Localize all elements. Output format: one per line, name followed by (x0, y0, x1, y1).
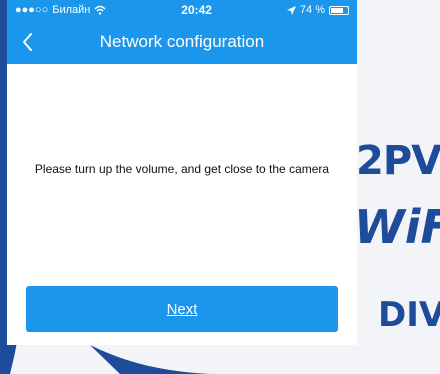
status-bar: ●●●○○ Билайн 20:42 74 % (7, 0, 357, 20)
battery-icon (328, 5, 349, 15)
signal-dots-icon: ●●●○○ (15, 4, 49, 16)
background-brand-text: WiF (354, 200, 440, 254)
carrier-label: Билайн (52, 4, 91, 16)
location-arrow-icon (286, 5, 296, 15)
phone-screen: ●●●○○ Билайн 20:42 74 % Network configur… (7, 0, 357, 345)
page-title: Network configuration (99, 32, 265, 51)
navigation-bar: Network configuration (7, 20, 357, 64)
instruction-text: Please turn up the volume, and get close… (34, 162, 330, 176)
battery-fill (330, 7, 343, 13)
background-brand-text: DIV (378, 295, 440, 335)
status-bar-left: ●●●○○ Билайн (15, 4, 106, 16)
chevron-left-icon[interactable] (17, 28, 41, 56)
next-button[interactable]: Next (26, 286, 338, 332)
status-time: 20:42 (181, 3, 212, 17)
status-bar-right: 74 % (286, 4, 349, 16)
battery-percent: 74 % (299, 4, 325, 16)
wifi-icon (94, 5, 106, 15)
background-brand-text: 2PV (356, 138, 440, 184)
